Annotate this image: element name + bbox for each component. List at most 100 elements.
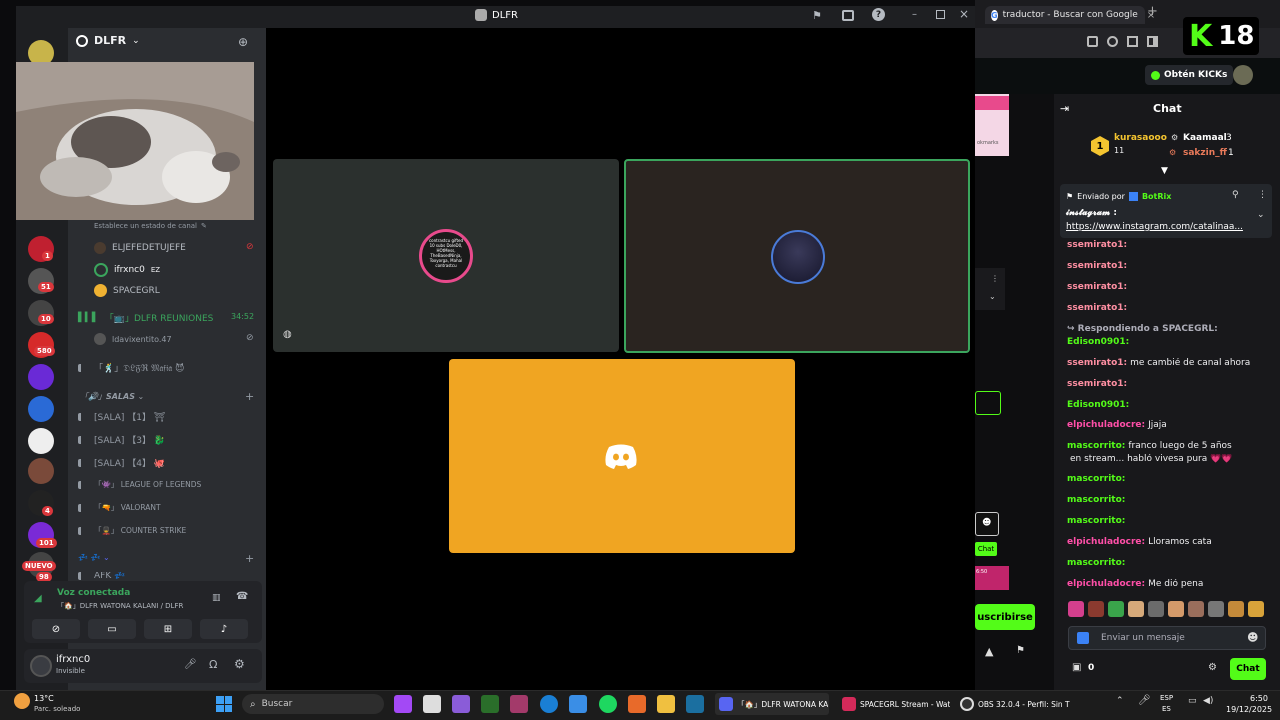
chat-username[interactable]: mascorrito: — [1067, 558, 1125, 568]
weather-temp[interactable]: 13°C — [34, 694, 54, 703]
chat-username[interactable]: ssemirato1: — [1067, 261, 1127, 271]
chat-username[interactable]: mascorrito: — [1067, 474, 1125, 484]
emote-icon[interactable] — [1068, 601, 1084, 617]
screen-share-button[interactable]: ▭ — [88, 619, 136, 639]
settings-icon[interactable]: ⚙ — [1208, 662, 1217, 673]
voice-member[interactable]: ELJEFEDETUJEFE — [94, 242, 186, 254]
screenshot-icon[interactable] — [1127, 36, 1138, 47]
chat-username[interactable]: elpichuladocre: — [1067, 420, 1145, 430]
leader-name[interactable]: Kaamaal — [1183, 133, 1227, 143]
voice-channel[interactable]: 「👾」 LEAGUE OF LEGENDS — [78, 479, 201, 490]
voice-member[interactable]: SPACEGRL — [94, 284, 160, 297]
close-icon[interactable]: × — [959, 7, 969, 21]
server-icon[interactable] — [28, 364, 54, 390]
leader-name[interactable]: kurasaooo — [1114, 133, 1167, 143]
chat-username[interactable]: mascorrito: — [1067, 495, 1125, 505]
emote-icon[interactable] — [1168, 601, 1184, 617]
send-chat-button[interactable]: Chat — [1230, 658, 1266, 680]
voice-channel[interactable]: 「🔫」 VALORANT — [78, 502, 161, 513]
vpn-icon[interactable] — [1107, 36, 1118, 47]
voice-member[interactable]: ifrxnc0 EZ — [94, 263, 160, 277]
chat-username[interactable]: ssemirato1: — [1067, 358, 1127, 368]
app-icon[interactable] — [569, 695, 587, 713]
microphone-icon[interactable]: 🎤︎ — [1138, 695, 1151, 706]
user-name[interactable]: ifrxnc0 — [56, 654, 90, 665]
app-icon[interactable] — [628, 695, 646, 713]
warning-icon[interactable]: ▲ — [985, 645, 993, 658]
emote-icon[interactable] — [1088, 601, 1104, 617]
emote-icon[interactable] — [1128, 601, 1144, 617]
pinned-menu-icon[interactable]: ⋮ — [1258, 190, 1267, 200]
taskbar-item-browser[interactable]: SPACEGRL Stream - Wat — [838, 693, 952, 715]
avatar[interactable] — [1233, 65, 1253, 85]
add-channel-icon[interactable]: + — [245, 552, 254, 565]
server-icon[interactable] — [28, 428, 54, 454]
video-tile[interactable]: contrastcu gifted 10 subs DoleD0, HOtMes… — [273, 159, 619, 352]
stream-button[interactable]: ☻ — [975, 512, 999, 536]
windows-start-icon[interactable] — [216, 696, 232, 712]
emote-icon[interactable] — [1108, 601, 1124, 617]
voice-channel-name[interactable]: 「🏠」DLFR WATONA KALANI / DLFR — [57, 601, 183, 611]
video-tile[interactable] — [449, 359, 795, 553]
microphone-icon[interactable]: 🎤︎ — [184, 659, 197, 670]
settings-icon[interactable]: ⚙ — [234, 657, 245, 671]
taskbar-search[interactable]: ⌕ Buscar — [242, 694, 384, 714]
server-header[interactable]: DLFR ⌄ — [76, 34, 140, 47]
avatar[interactable] — [30, 655, 52, 677]
subscribe-button[interactable]: uscribirse — [975, 604, 1035, 630]
server-icon[interactable] — [28, 396, 54, 422]
volume-icon[interactable]: ◀︎) — [1203, 696, 1213, 706]
stream-icon[interactable]: ◍ — [283, 329, 292, 340]
nvidia-icon[interactable] — [481, 695, 499, 713]
spotify-icon[interactable] — [599, 695, 617, 713]
noise-suppression-icon[interactable]: ▥ — [212, 593, 221, 603]
emote-icon[interactable] — [1148, 601, 1164, 617]
category-afk[interactable]: 💤 💤 ⌄ — [78, 553, 110, 562]
voice-member[interactable]: ldavixentito.47 — [94, 333, 172, 345]
voice-channel-afk[interactable]: AFK 💤 — [78, 572, 125, 580]
voice-status[interactable]: Voz conectada — [57, 588, 130, 598]
clock-time[interactable]: 6:50 — [1250, 694, 1268, 703]
voice-channel[interactable]: 「💂」 COUNTER STRIKE — [78, 525, 186, 536]
chat-username[interactable]: ssemirato1: — [1067, 282, 1127, 292]
taskbar-item-discord[interactable]: 「🏠」DLFR WATONA KA — [715, 693, 829, 715]
emote-icon[interactable] — [1208, 601, 1224, 617]
minimize-icon[interactable]: – — [912, 9, 917, 20]
unpin-icon[interactable]: ⚲ — [1232, 190, 1239, 200]
invite-icon[interactable]: ⊕ — [238, 35, 248, 49]
chat-username[interactable]: mascorrito: — [1067, 441, 1125, 451]
network-icon[interactable]: ▭ — [1188, 696, 1197, 706]
browser-tab[interactable]: G traductor - Buscar con Google × — [985, 6, 1155, 24]
extensions-icon[interactable] — [1087, 36, 1098, 47]
emote-icon[interactable] — [1188, 601, 1204, 617]
steam-icon[interactable] — [686, 695, 704, 713]
chat-username[interactable]: elpichuladocre: — [1067, 537, 1145, 547]
server-icon[interactable] — [28, 458, 54, 484]
inbox-icon[interactable]: ⚑ — [812, 9, 822, 22]
soundboard-button[interactable]: ♪ — [200, 619, 248, 639]
expand-leaderboard-icon[interactable]: ▼ — [1161, 166, 1168, 176]
store-icon[interactable] — [423, 695, 441, 713]
emote-icon[interactable] — [1228, 601, 1244, 617]
chat-username[interactable]: elpichuladocre: — [1067, 579, 1145, 589]
video-tile-speaking[interactable] — [624, 159, 970, 353]
chat-username[interactable]: Edison0901: — [1067, 337, 1129, 347]
disconnect-icon[interactable]: ☎ — [236, 591, 248, 602]
screen-icon[interactable] — [842, 10, 854, 21]
leader-name[interactable]: sakzin_ff — [1183, 148, 1227, 158]
voice-channel[interactable]: [SALA] 【4】 🐙 — [78, 456, 165, 469]
collapse-chat-icon[interactable]: ⇥ — [1060, 102, 1069, 115]
voice-channel-mafia[interactable]: 「🕺」𝔇𝔏𝔉ℜ 𝔐𝔞𝔣𝔦𝔞 😈 — [78, 361, 184, 374]
pinned-link[interactable]: https://www.instagram.com/catalinaa... — [1066, 222, 1243, 232]
emoji-icon[interactable]: ☻ — [1247, 631, 1258, 644]
chat-username[interactable]: ssemirato1: — [1067, 240, 1127, 250]
file-explorer-icon[interactable] — [657, 695, 675, 713]
stream-chat-tab[interactable]: Chat — [975, 542, 997, 556]
language-indicator[interactable]: ESP — [1160, 694, 1173, 702]
help-icon[interactable]: ? — [872, 8, 885, 21]
app-icon[interactable] — [452, 695, 470, 713]
mod-tools-icon[interactable]: ⚑ — [1016, 645, 1025, 656]
copilot-icon[interactable] — [394, 695, 412, 713]
headphones-icon[interactable]: Ω — [209, 658, 217, 671]
voice-channel[interactable]: [SALA] 【3】 🐉 — [78, 433, 165, 446]
